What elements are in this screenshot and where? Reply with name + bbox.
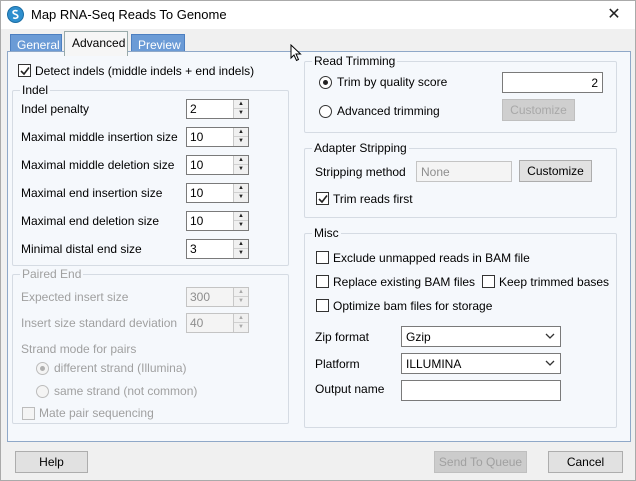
strand-same-label: same strand (not common) xyxy=(54,384,198,398)
max-end-insertion-value: 10 xyxy=(190,186,204,200)
spin-up-icon[interactable]: ▲ xyxy=(234,128,248,137)
help-button[interactable]: Help xyxy=(15,451,88,473)
spin-up-icon[interactable]: ▲ xyxy=(234,184,248,193)
platform-value: ILLUMINA xyxy=(406,357,462,371)
stripping-method-label: Stripping method xyxy=(315,165,406,179)
spin-down-icon[interactable]: ▼ xyxy=(234,109,248,118)
exclude-unmapped-checkbox[interactable] xyxy=(316,251,329,264)
trim-by-quality-label: Trim by quality score xyxy=(337,75,448,89)
app-logo-icon xyxy=(7,6,24,23)
expected-insert-stepper[interactable]: 300 ▲ ▼ xyxy=(186,287,249,307)
max-middle-deletion-stepper[interactable]: 10 ▲ ▼ xyxy=(186,155,249,175)
title-bar: Map RNA-Seq Reads To Genome ✕ xyxy=(1,1,635,29)
expected-insert-label: Expected insert size xyxy=(21,290,129,304)
spin-down-icon[interactable]: ▼ xyxy=(234,297,248,306)
keep-trimmed-checkbox[interactable] xyxy=(482,275,495,288)
max-end-insertion-stepper[interactable]: 10 ▲ ▼ xyxy=(186,183,249,203)
platform-label: Platform xyxy=(315,357,360,371)
spin-down-icon[interactable]: ▼ xyxy=(234,323,248,332)
insert-std-label: Insert size standard deviation xyxy=(21,316,178,330)
advanced-trimming-radio[interactable] xyxy=(319,105,332,118)
strand-different-label: different strand (Illumina) xyxy=(54,361,187,375)
detect-indels-checkbox[interactable] xyxy=(18,64,31,77)
spin-up-icon[interactable]: ▲ xyxy=(234,240,248,249)
adapter-customize-button[interactable]: Customize xyxy=(519,160,592,182)
spin-up-icon[interactable]: ▲ xyxy=(234,314,248,323)
spin-up-icon[interactable]: ▲ xyxy=(234,212,248,221)
min-distal-end-label: Minimal distal end size xyxy=(21,242,142,256)
dialog-window: Map RNA-Seq Reads To Genome ✕ General Ad… xyxy=(0,0,636,481)
strand-same-radio[interactable] xyxy=(36,385,49,398)
insert-std-value: 40 xyxy=(190,316,204,330)
replace-bam-checkbox[interactable] xyxy=(316,275,329,288)
platform-select[interactable]: ILLUMINA xyxy=(401,353,561,374)
max-middle-insertion-stepper[interactable]: 10 ▲ ▼ xyxy=(186,127,249,147)
spin-up-icon[interactable]: ▲ xyxy=(234,100,248,109)
read-trimming-legend: Read Trimming xyxy=(312,54,398,68)
send-to-queue-button[interactable]: Send To Queue xyxy=(434,451,527,473)
output-name-input[interactable] xyxy=(401,380,561,401)
mouse-cursor-icon xyxy=(290,44,302,62)
quality-score-value: 2 xyxy=(591,76,598,90)
close-icon[interactable]: ✕ xyxy=(593,1,635,29)
stripping-method-value: None xyxy=(421,165,450,179)
chevron-down-icon xyxy=(545,360,555,366)
spin-up-icon[interactable]: ▲ xyxy=(234,288,248,297)
optimize-bam-checkbox[interactable] xyxy=(316,299,329,312)
advanced-tab-panel: Detect indels (middle indels + end indel… xyxy=(7,51,631,442)
detect-indels-label: Detect indels (middle indels + end indel… xyxy=(35,64,255,78)
indel-penalty-stepper[interactable]: 2 ▲ ▼ xyxy=(186,99,249,119)
zip-format-label: Zip format xyxy=(315,330,370,344)
trim-by-quality-radio[interactable] xyxy=(319,76,332,89)
insert-std-stepper[interactable]: 40 ▲ ▼ xyxy=(186,313,249,333)
max-end-deletion-label: Maximal end deletion size xyxy=(21,214,160,228)
max-end-deletion-stepper[interactable]: 10 ▲ ▼ xyxy=(186,211,249,231)
indel-group-legend: Indel xyxy=(20,83,51,97)
max-middle-deletion-value: 10 xyxy=(190,158,204,172)
max-end-insertion-label: Maximal end insertion size xyxy=(21,186,163,200)
paired-end-legend: Paired End xyxy=(20,267,84,281)
tab-advanced[interactable]: Advanced xyxy=(64,31,128,56)
spin-up-icon[interactable]: ▲ xyxy=(234,156,248,165)
indel-penalty-label: Indel penalty xyxy=(21,102,90,116)
max-middle-insertion-value: 10 xyxy=(190,130,204,144)
min-distal-end-value: 3 xyxy=(190,242,197,256)
zip-format-value: Gzip xyxy=(406,330,431,344)
spin-down-icon[interactable]: ▼ xyxy=(234,249,248,258)
chevron-down-icon xyxy=(545,333,555,339)
spin-down-icon[interactable]: ▼ xyxy=(234,221,248,230)
exclude-unmapped-label: Exclude unmapped reads in BAM file xyxy=(333,251,530,265)
zip-format-select[interactable]: Gzip xyxy=(401,326,561,347)
stripping-method-field[interactable]: None xyxy=(416,161,512,182)
spin-down-icon[interactable]: ▼ xyxy=(234,193,248,202)
advanced-trimming-label: Advanced trimming xyxy=(337,104,440,118)
strand-different-radio[interactable] xyxy=(36,362,49,375)
window-title: Map RNA-Seq Reads To Genome xyxy=(31,7,227,22)
spin-down-icon[interactable]: ▼ xyxy=(234,137,248,146)
min-distal-end-stepper[interactable]: 3 ▲ ▼ xyxy=(186,239,249,259)
expected-insert-value: 300 xyxy=(190,290,211,304)
trim-reads-first-checkbox[interactable] xyxy=(316,192,329,205)
max-middle-deletion-label: Maximal middle deletion size xyxy=(21,158,175,172)
indel-penalty-value: 2 xyxy=(190,102,197,116)
trimming-customize-button[interactable]: Customize xyxy=(502,99,575,121)
quality-score-input[interactable]: 2 xyxy=(502,72,603,93)
output-name-label: Output name xyxy=(315,382,385,396)
keep-trimmed-label: Keep trimmed bases xyxy=(499,275,610,289)
adapter-stripping-legend: Adapter Stripping xyxy=(312,141,409,155)
cancel-button[interactable]: Cancel xyxy=(548,451,623,473)
misc-legend: Misc xyxy=(312,226,341,240)
mate-pair-label: Mate pair sequencing xyxy=(39,406,154,420)
replace-bam-label: Replace existing BAM files xyxy=(333,275,476,289)
trim-reads-first-label: Trim reads first xyxy=(333,192,413,206)
mate-pair-checkbox[interactable] xyxy=(22,407,35,420)
spin-down-icon[interactable]: ▼ xyxy=(234,165,248,174)
max-middle-insertion-label: Maximal middle insertion size xyxy=(21,130,178,144)
adapter-stripping-group: Adapter Stripping xyxy=(304,141,617,218)
optimize-bam-label: Optimize bam files for storage xyxy=(333,299,493,313)
strand-mode-label: Strand mode for pairs xyxy=(21,342,137,356)
max-end-deletion-value: 10 xyxy=(190,214,204,228)
